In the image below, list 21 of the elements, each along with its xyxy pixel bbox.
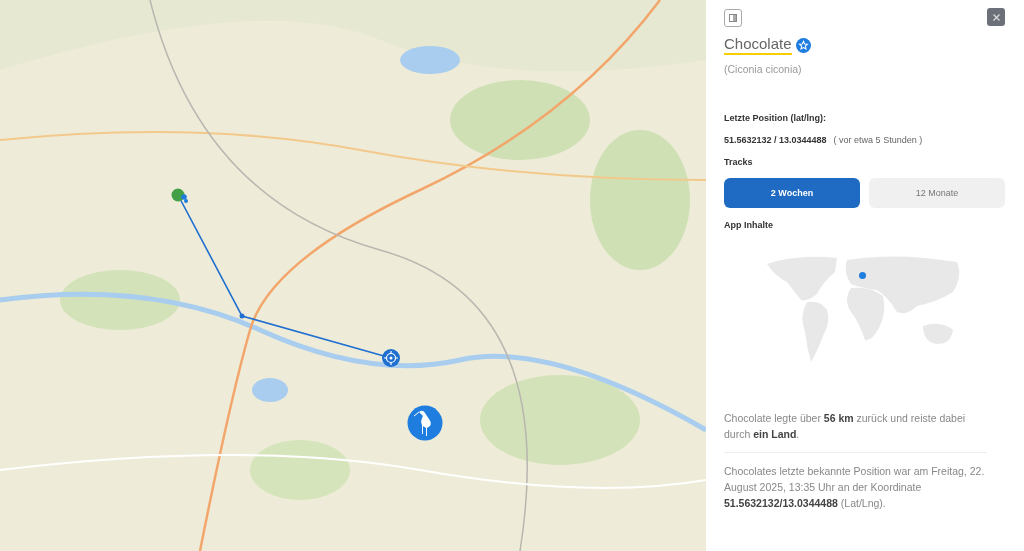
app-content-label: App Inhalte bbox=[724, 220, 774, 230]
summary-text: Chocolate legte über 56 km zurück und reiste dabei durch ein Land. bbox=[724, 411, 967, 442]
location-dot bbox=[858, 272, 866, 279]
panel-toggle-button[interactable] bbox=[724, 9, 742, 27]
start-marker[interactable] bbox=[171, 188, 188, 203]
close-icon bbox=[992, 13, 1000, 21]
bird-name: Chocolate bbox=[724, 35, 792, 55]
target-icon[interactable] bbox=[382, 349, 400, 367]
position-label: Letzte Position (lat/lng): bbox=[724, 113, 827, 123]
track-range-tab[interactable]: 2 Wochen bbox=[724, 178, 860, 208]
track-range-tab[interactable]: 12 Monate bbox=[869, 178, 1005, 208]
position-age: ( vor etwa 5 Stunden ) bbox=[833, 135, 923, 145]
position-value: 51.5632132 / 13.0344488 bbox=[724, 135, 827, 145]
species-name: (Ciconia ciconia) bbox=[724, 63, 803, 75]
waypoint-dot bbox=[239, 313, 245, 319]
last-position-text: Chocolates letzte bekannte Position war am Freitag, 22. August 2025, 13:35 Uhr an der Koordinate 51.5632132/13.0344488 (Lat/Lng). bbox=[724, 464, 986, 511]
sidebar-icon bbox=[729, 14, 737, 22]
tracks-label: Tracks bbox=[724, 157, 754, 167]
close-button[interactable] bbox=[987, 8, 1005, 26]
star-badge-icon bbox=[795, 37, 811, 53]
stork-marker[interactable] bbox=[407, 405, 443, 441]
